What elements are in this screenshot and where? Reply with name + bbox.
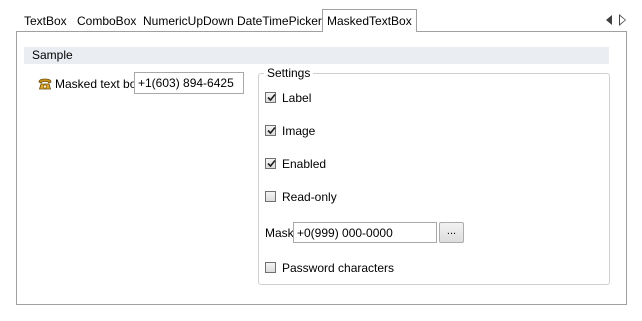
password-checkbox-text: Password characters — [282, 261, 395, 275]
readonly-checkbox[interactable] — [265, 191, 276, 202]
tab-strip: TextBox ComboBox NumericUpDown DateTimeP… — [0, 0, 642, 33]
label-checkbox[interactable] — [265, 92, 276, 103]
label-checkbox-text: Label — [282, 91, 312, 105]
enabled-checkbox-text: Enabled — [282, 157, 327, 171]
password-checkbox[interactable] — [265, 262, 276, 273]
sample-header: Sample — [24, 47, 609, 64]
tab-numericupdown[interactable]: NumericUpDown — [143, 12, 234, 30]
mask-label: Mask — [265, 226, 294, 240]
settings-group-title: Settings — [264, 67, 314, 80]
readonly-checkbox-text: Read-only — [282, 190, 337, 204]
tab-combobox[interactable]: ComboBox — [77, 12, 136, 30]
phone-icon — [37, 76, 53, 92]
tab-maskedtextbox[interactable]: MaskedTextBox — [322, 9, 417, 32]
tab-scroll-left-icon[interactable] — [606, 15, 612, 25]
masked-text-box-input[interactable] — [134, 72, 244, 94]
tab-datetimepicker[interactable]: DateTimePicker — [237, 12, 322, 30]
mask-input[interactable] — [293, 222, 437, 243]
image-checkbox-text: Image — [282, 124, 316, 138]
masked-text-box-label: Masked text box — [55, 77, 143, 91]
mask-browse-button[interactable]: ... — [439, 222, 464, 243]
enabled-checkbox[interactable] — [265, 158, 276, 169]
tab-textbox[interactable]: TextBox — [24, 12, 67, 30]
tab-scroll-right-icon-fill — [620, 16, 625, 24]
image-checkbox[interactable] — [265, 125, 276, 136]
